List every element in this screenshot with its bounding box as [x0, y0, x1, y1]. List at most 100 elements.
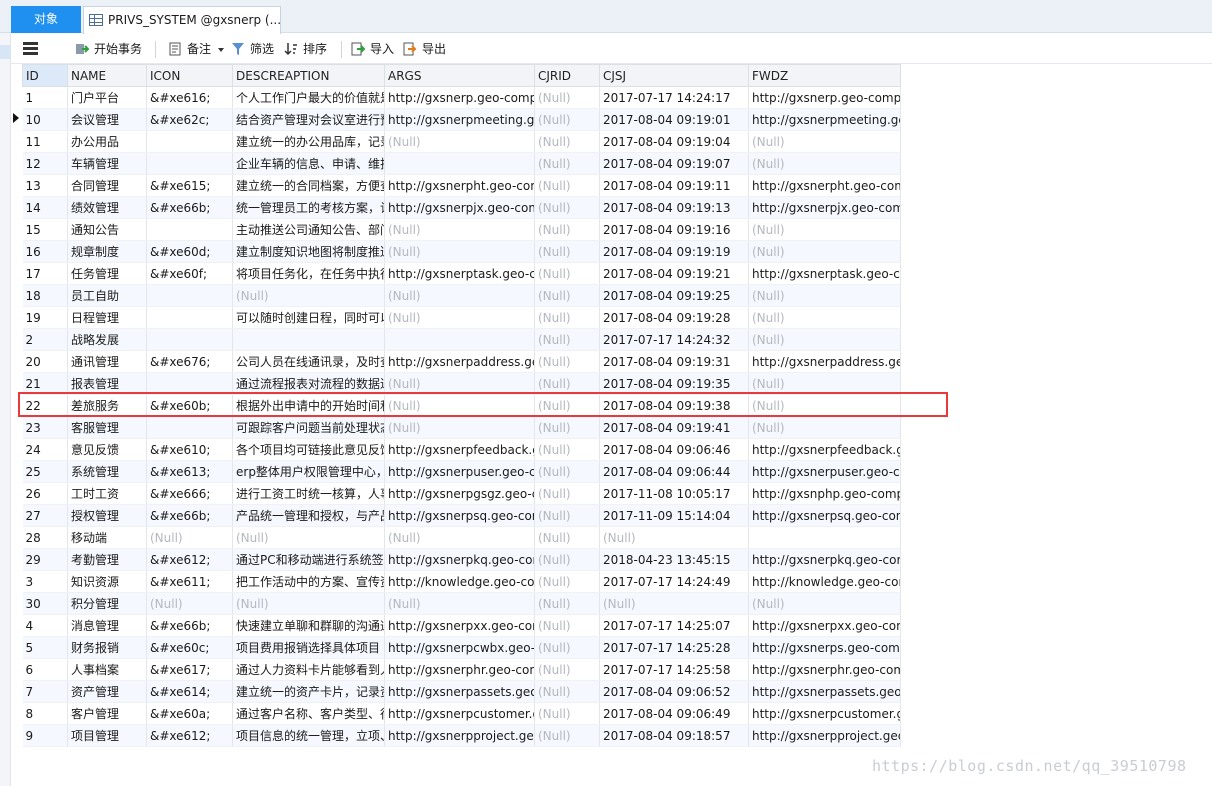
cell-icon[interactable]: &#xe666;	[146, 482, 233, 505]
cell-descreaption[interactable]: 主动推送公司通知公告、部门	[232, 218, 385, 241]
cell-cjrid[interactable]: (Null)	[534, 174, 600, 197]
cell-fwdz[interactable]: http://gxsnerp.geo-comp	[748, 86, 901, 109]
cell-cjrid[interactable]: (Null)	[534, 504, 600, 527]
table-row[interactable]: 19 日程管理 可以随时创建日程，同时可以 (Null) (Null) 2017-08-0…	[22, 306, 901, 329]
cell-icon[interactable]: &#xe610;	[146, 438, 233, 461]
cell-descreaption[interactable]: erp整体用户权限管理中心，	[232, 460, 385, 483]
cell-cjrid[interactable]: (Null)	[534, 240, 600, 263]
cell-cjrid[interactable]: (Null)	[534, 86, 600, 109]
cell-args[interactable]: (Null)	[384, 394, 535, 417]
cell-name[interactable]: 财务报销	[67, 636, 147, 659]
cell-cjsj[interactable]: 2017-08-04 09:06:46	[599, 438, 749, 461]
cell-fwdz[interactable]: http://gxsnerpjx.geo-com	[748, 196, 901, 219]
cell-id[interactable]: 24	[22, 438, 68, 461]
cell-descreaption[interactable]: 项目信息的统一管理，立项、	[232, 724, 385, 747]
cell-icon[interactable]	[146, 372, 233, 395]
cell-icon[interactable]	[146, 416, 233, 439]
cell-fwdz[interactable]: http://gxsnerpcustomer.g	[748, 702, 901, 725]
data-grid[interactable]: ID NAME ICON DESCREAPTION ARGS CJRID CJSJ FWDZ …	[22, 64, 901, 747]
cell-descreaption[interactable]: 企业车辆的信息、申请、维护	[232, 152, 385, 175]
cell-cjrid[interactable]: (Null)	[534, 614, 600, 637]
cell-cjsj[interactable]: 2017-08-04 09:19:16	[599, 218, 749, 241]
cell-id[interactable]: 8	[22, 702, 68, 725]
cell-cjsj[interactable]: 2017-08-04 09:06:49	[599, 702, 749, 725]
cell-name[interactable]: 日程管理	[67, 306, 147, 329]
cell-icon[interactable]: &#xe611;	[146, 570, 233, 593]
cell-descreaption[interactable]: (Null)	[232, 526, 385, 549]
table-row[interactable]: 4 消息管理 &#xe66b; 快速建立单聊和群聊的沟通通 http://gxsnerp…	[22, 614, 901, 637]
cell-icon[interactable]: (Null)	[146, 526, 233, 549]
cell-args[interactable]: (Null)	[384, 130, 535, 153]
cell-cjsj[interactable]: 2017-08-04 09:19:38	[599, 394, 749, 417]
cell-cjsj[interactable]: 2017-07-17 14:24:32	[599, 328, 749, 351]
cell-cjrid[interactable]: (Null)	[534, 196, 600, 219]
cell-cjrid[interactable]: (Null)	[534, 460, 600, 483]
cell-id[interactable]: 28	[22, 526, 68, 549]
table-row[interactable]: 13 合同管理 &#xe615; 建立统一的合同档案，方便查 http://gxsner…	[22, 174, 901, 197]
cell-id[interactable]: 15	[22, 218, 68, 241]
cell-descreaption[interactable]: 产品统一管理和授权，与产品	[232, 504, 385, 527]
tab-privs-system[interactable]: PRIVS_SYSTEM @gxsnerp (...	[83, 6, 281, 34]
cell-descreaption[interactable]: 建立统一的办公用品库，记录	[232, 130, 385, 153]
table-row[interactable]: 29 考勤管理 &#xe612; 通过PC和移动端进行系统签到 http://gxsne…	[22, 548, 901, 571]
cell-cjsj[interactable]: 2017-08-04 09:19:35	[599, 372, 749, 395]
table-row[interactable]: 25 系统管理 &#xe613; erp整体用户权限管理中心， http://gxsne…	[22, 460, 901, 483]
memo-button[interactable]: 备注	[168, 40, 211, 58]
table-row[interactable]: 14 绩效管理 &#xe66b; 统一管理员工的考核方案，让 http://gxsner…	[22, 196, 901, 219]
table-row[interactable]: 18 员工自助 (Null) (Null) (Null) 2017-08-04 09:19…	[22, 284, 901, 307]
table-row[interactable]: 2 战略发展 (Null) 2017-07-17 14:24:32 (Null)	[22, 328, 901, 351]
cell-fwdz[interactable]: (Null)	[748, 284, 901, 307]
cell-icon[interactable]: (Null)	[146, 592, 233, 615]
cell-descreaption[interactable]: 各个项目均可链接此意见反馈	[232, 438, 385, 461]
cell-icon[interactable]: &#xe676;	[146, 350, 233, 373]
column-header-descreaption[interactable]: DESCREAPTION	[232, 64, 385, 87]
cell-id[interactable]: 13	[22, 174, 68, 197]
cell-fwdz[interactable]: http://knowledge.geo-cor	[748, 570, 901, 593]
cell-args[interactable]: http://gxsnerpmeeting.ge	[384, 108, 535, 131]
cell-descreaption[interactable]: 结合资产管理对会议室进行预	[232, 108, 385, 131]
cell-descreaption[interactable]: 把工作活动中的方案、宣传资	[232, 570, 385, 593]
cell-name[interactable]: 授权管理	[67, 504, 147, 527]
filter-button[interactable]: 筛选	[231, 40, 274, 58]
cell-fwdz[interactable]: http://gxsnerptask.geo-co	[748, 262, 901, 285]
cell-icon[interactable]	[146, 130, 233, 153]
cell-cjrid[interactable]: (Null)	[534, 350, 600, 373]
cell-cjsj[interactable]: 2017-11-09 15:14:04	[599, 504, 749, 527]
cell-id[interactable]: 4	[22, 614, 68, 637]
cell-id[interactable]: 17	[22, 262, 68, 285]
cell-icon[interactable]: &#xe60c;	[146, 636, 233, 659]
cell-fwdz[interactable]: http://gxsnerpfeedback.g	[748, 438, 901, 461]
cell-fwdz[interactable]: (Null)	[748, 328, 901, 351]
cell-name[interactable]: 通讯管理	[67, 350, 147, 373]
cell-id[interactable]: 30	[22, 592, 68, 615]
cell-id[interactable]: 2	[22, 328, 68, 351]
cell-descreaption[interactable]: 个人工作门户最大的价值就是	[232, 86, 385, 109]
cell-id[interactable]: 20	[22, 350, 68, 373]
cell-cjrid[interactable]: (Null)	[534, 218, 600, 241]
cell-name[interactable]: 客服管理	[67, 416, 147, 439]
cell-name[interactable]: 规章制度	[67, 240, 147, 263]
cell-cjrid[interactable]: (Null)	[534, 570, 600, 593]
table-row[interactable]: 12 车辆管理 企业车辆的信息、申请、维护 (Null) 2017-08-04 09:1…	[22, 152, 901, 175]
cell-name[interactable]: 积分管理	[67, 592, 147, 615]
cell-descreaption[interactable]: 建立统一的合同档案，方便查	[232, 174, 385, 197]
cell-cjsj[interactable]: 2017-08-04 09:19:25	[599, 284, 749, 307]
cell-args[interactable]: http://gxsnerp.geo-comp	[384, 86, 535, 109]
cell-args[interactable]: http://gxsnerpassets.geo-	[384, 680, 535, 703]
column-header-cjrid[interactable]: CJRID	[534, 64, 600, 87]
cell-descreaption[interactable]: 可跟踪客户问题当前处理状态	[232, 416, 385, 439]
cell-fwdz[interactable]: http://gxsnphp.geo-comp	[748, 482, 901, 505]
cell-icon[interactable]: &#xe66b;	[146, 504, 233, 527]
cell-name[interactable]: 考勤管理	[67, 548, 147, 571]
cell-args[interactable]: http://gxsnerpgsgz.geo-c	[384, 482, 535, 505]
cell-id[interactable]: 9	[22, 724, 68, 747]
cell-name[interactable]: 移动端	[67, 526, 147, 549]
cell-fwdz[interactable]: http://gxsnerpsq.geo-con	[748, 504, 901, 527]
cell-cjrid[interactable]: (Null)	[534, 152, 600, 175]
column-header-cjsj[interactable]: CJSJ	[599, 64, 749, 87]
cell-fwdz[interactable]: (Null)	[748, 394, 901, 417]
cell-args[interactable]: http://gxsnerptask.geo-co	[384, 262, 535, 285]
cell-fwdz[interactable]: (Null)	[748, 592, 901, 615]
cell-descreaption[interactable]: 通过人力资料卡片能够看到人	[232, 658, 385, 681]
cell-cjrid[interactable]: (Null)	[534, 108, 600, 131]
